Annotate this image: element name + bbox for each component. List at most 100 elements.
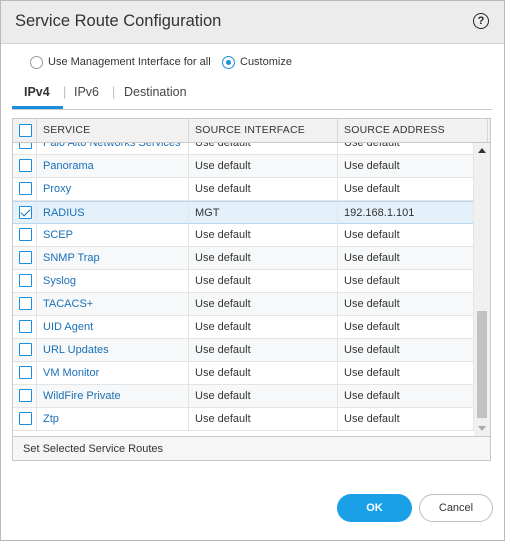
service-link[interactable]: Proxy	[37, 178, 189, 200]
source-address-cell: Use default	[338, 316, 474, 338]
cancel-button[interactable]: Cancel	[419, 494, 493, 522]
table-row[interactable]: Panorama Use default Use default	[13, 155, 474, 178]
source-address-cell: Use default	[338, 385, 474, 407]
vertical-scrollbar[interactable]	[474, 143, 490, 436]
row-checkbox[interactable]	[19, 274, 32, 287]
row-select-cell	[13, 293, 37, 315]
row-select-cell	[13, 316, 37, 338]
row-checkbox[interactable]	[19, 228, 32, 241]
service-link[interactable]: UID Agent	[37, 316, 189, 338]
tab-bar: IPv4 | IPv6 | Destination	[12, 81, 492, 110]
customize-label[interactable]: Customize	[240, 56, 292, 68]
source-interface-cell: Use default	[189, 247, 338, 269]
tab-ipv4[interactable]: IPv4	[24, 85, 50, 99]
service-link[interactable]: TACACS+	[37, 293, 189, 315]
table-row[interactable]: RADIUS MGT 192.168.1.101	[13, 201, 474, 224]
mgmt-interface-radio[interactable]	[30, 56, 43, 69]
ok-button[interactable]: OK	[337, 494, 412, 522]
row-checkbox[interactable]	[19, 343, 32, 356]
row-checkbox[interactable]	[19, 297, 32, 310]
tab-separator: |	[112, 85, 116, 99]
header-source-interface[interactable]: SOURCE INTERFACE	[189, 119, 338, 142]
source-address-cell: Use default	[338, 293, 474, 315]
service-link[interactable]: Ztp	[37, 408, 189, 430]
tab-destination[interactable]: Destination	[124, 85, 187, 99]
help-icon[interactable]: ?	[473, 13, 489, 29]
row-checkbox[interactable]	[19, 320, 32, 333]
title-bar: Service Route Configuration ?	[1, 1, 504, 44]
source-address-cell: Use default	[338, 178, 474, 200]
row-checkbox[interactable]	[19, 412, 32, 425]
service-link[interactable]: Panorama	[37, 155, 189, 177]
header-service[interactable]: SERVICE	[37, 119, 189, 142]
table-row[interactable]: Ztp Use default Use default	[13, 408, 474, 431]
row-select-cell	[13, 178, 37, 200]
table-row[interactable]: WildFire Private Use default Use default	[13, 385, 474, 408]
service-link[interactable]: Palo Alto Networks Services	[37, 143, 189, 154]
table-row[interactable]: URL Updates Use default Use default	[13, 339, 474, 362]
header-source-address[interactable]: SOURCE ADDRESS	[338, 119, 488, 142]
source-interface-cell: Use default	[189, 339, 338, 361]
table-body: Palo Alto Networks Services Use default Us…	[13, 143, 474, 436]
service-link[interactable]: RADIUS	[37, 202, 189, 224]
source-interface-cell: Use default	[189, 155, 338, 177]
table-row[interactable]: SNMP Trap Use default Use default	[13, 247, 474, 270]
header-select-cell	[13, 119, 37, 142]
table-footer: Set Selected Service Routes	[13, 436, 490, 460]
source-interface-cell: Use default	[189, 385, 338, 407]
service-link[interactable]: Syslog	[37, 270, 189, 292]
service-route-dialog: Service Route Configuration ? Use Manage…	[0, 0, 505, 541]
table-row[interactable]: SCEP Use default Use default	[13, 224, 474, 247]
row-select-cell	[13, 224, 37, 246]
source-address-cell: Use default	[338, 408, 474, 430]
row-select-cell	[13, 408, 37, 430]
source-interface-cell: Use default	[189, 143, 338, 154]
table-row[interactable]: VM Monitor Use default Use default	[13, 362, 474, 385]
service-link[interactable]: WildFire Private	[37, 385, 189, 407]
row-select-cell	[13, 155, 37, 177]
source-address-cell: Use default	[338, 270, 474, 292]
source-interface-cell: Use default	[189, 178, 338, 200]
table-row[interactable]: Proxy Use default Use default	[13, 178, 474, 201]
set-selected-routes-button[interactable]: Set Selected Service Routes	[23, 437, 163, 460]
service-link[interactable]: VM Monitor	[37, 362, 189, 384]
row-select-cell	[13, 339, 37, 361]
customize-radio[interactable]	[222, 56, 235, 69]
table-row[interactable]: Syslog Use default Use default	[13, 270, 474, 293]
row-checkbox[interactable]	[19, 389, 32, 402]
select-all-checkbox[interactable]	[19, 124, 32, 137]
table-row[interactable]: Palo Alto Networks Services Use default Us…	[13, 143, 474, 155]
table-row[interactable]: TACACS+ Use default Use default	[13, 293, 474, 316]
tab-ipv6[interactable]: IPv6	[74, 85, 99, 99]
source-interface-cell: Use default	[189, 316, 338, 338]
row-checkbox[interactable]	[19, 206, 32, 219]
row-select-cell	[13, 270, 37, 292]
row-select-cell	[13, 143, 37, 154]
tab-separator: |	[63, 85, 67, 99]
row-checkbox[interactable]	[19, 251, 32, 264]
row-checkbox[interactable]	[19, 366, 32, 379]
row-checkbox[interactable]	[19, 143, 32, 149]
dialog-title: Service Route Configuration	[15, 12, 222, 30]
source-address-cell: Use default	[338, 155, 474, 177]
row-checkbox[interactable]	[19, 159, 32, 172]
table-row[interactable]: UID Agent Use default Use default	[13, 316, 474, 339]
source-interface-cell: Use default	[189, 408, 338, 430]
source-address-cell: Use default	[338, 143, 474, 154]
row-select-cell	[13, 202, 37, 224]
scroll-down-arrow-icon[interactable]	[478, 426, 486, 431]
row-checkbox[interactable]	[19, 182, 32, 195]
source-address-cell: Use default	[338, 224, 474, 246]
mgmt-interface-label[interactable]: Use Management Interface for all	[48, 56, 211, 68]
source-interface-cell: MGT	[189, 202, 338, 224]
service-link[interactable]: SCEP	[37, 224, 189, 246]
scroll-up-arrow-icon[interactable]	[478, 148, 486, 153]
row-select-cell	[13, 247, 37, 269]
source-address-cell: Use default	[338, 247, 474, 269]
scroll-thumb[interactable]	[477, 311, 487, 418]
source-address-cell: 192.168.1.101	[338, 202, 474, 224]
source-address-cell: Use default	[338, 362, 474, 384]
source-interface-cell: Use default	[189, 270, 338, 292]
service-link[interactable]: SNMP Trap	[37, 247, 189, 269]
service-link[interactable]: URL Updates	[37, 339, 189, 361]
